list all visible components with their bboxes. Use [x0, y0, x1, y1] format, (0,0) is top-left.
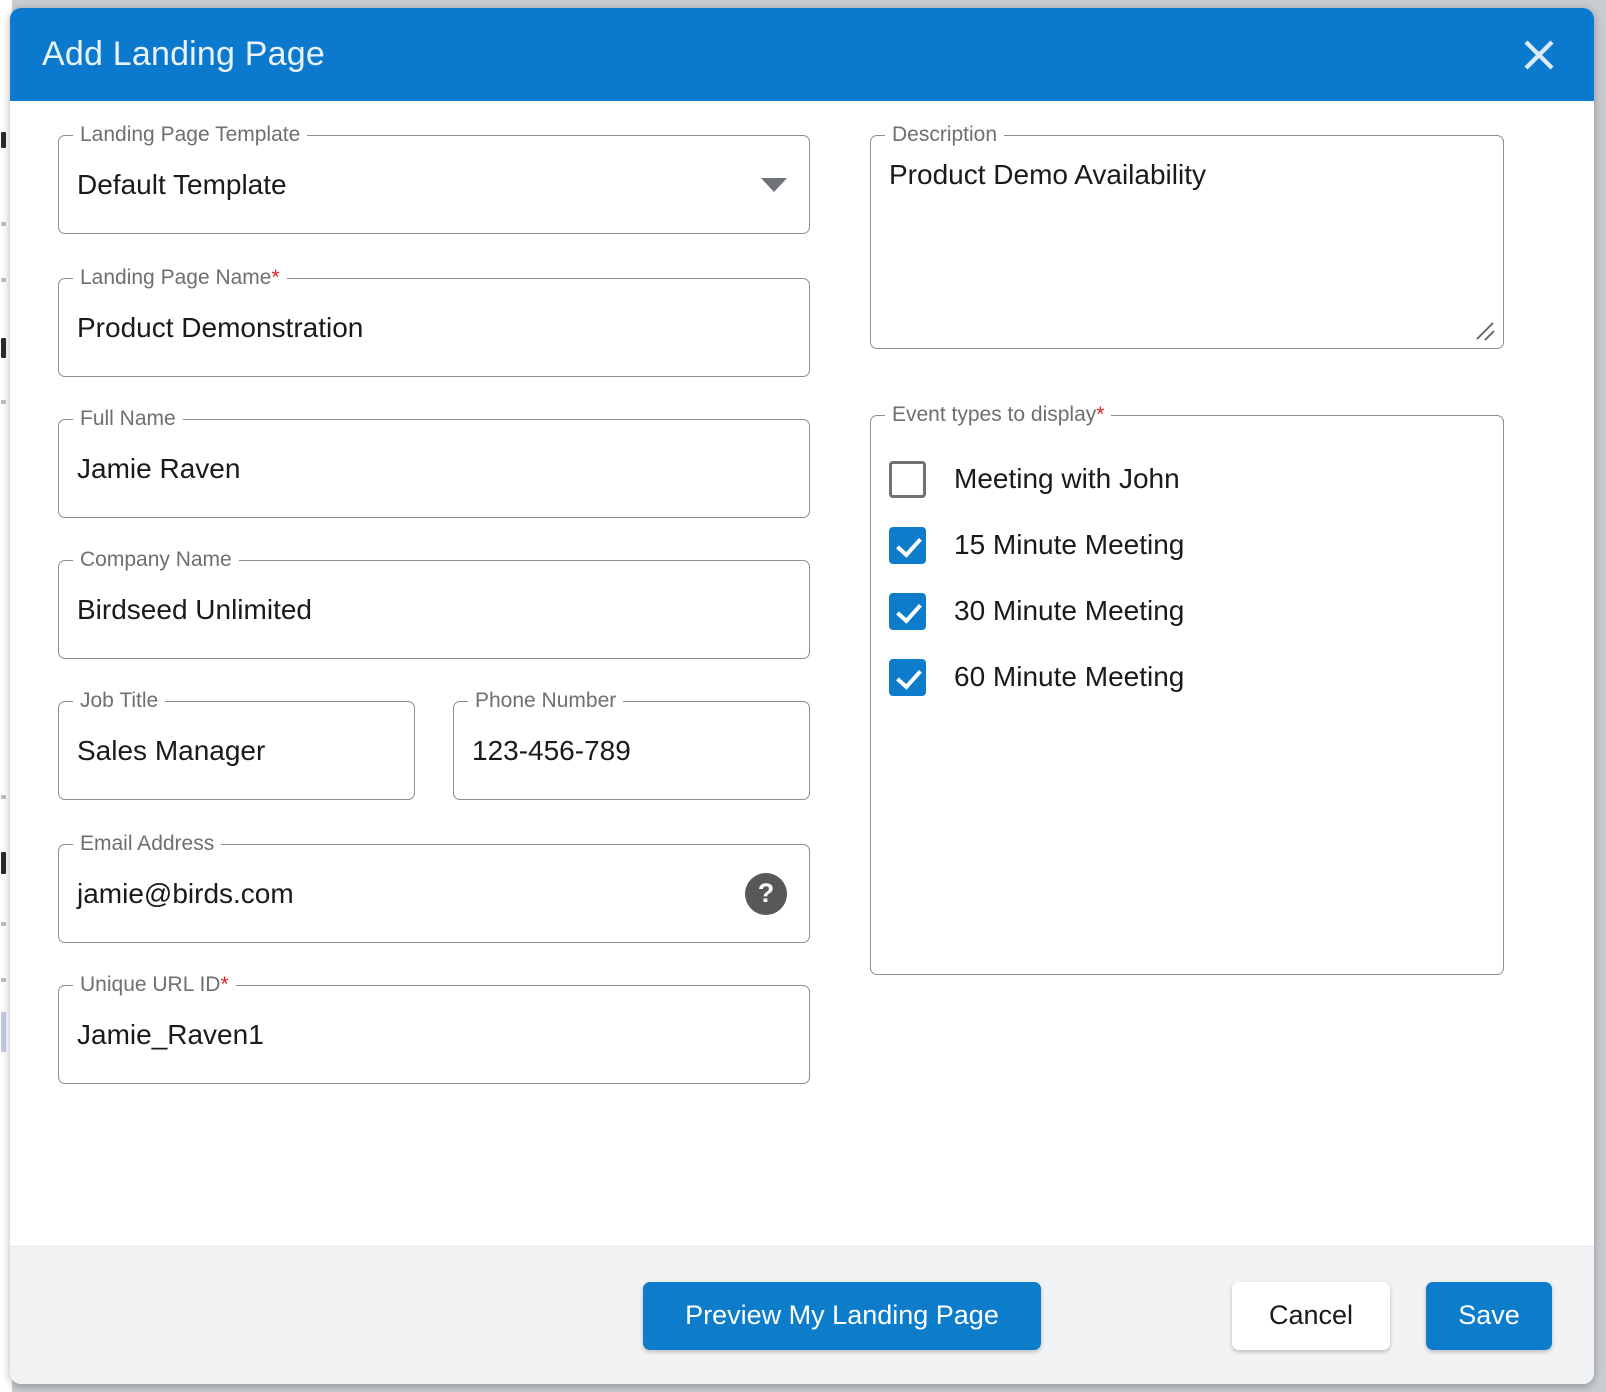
event-type-option[interactable]: Meeting with John	[889, 446, 1485, 512]
close-icon[interactable]	[1512, 28, 1566, 82]
job-title-phone-row: Job Title Sales Manager Phone Number 123…	[58, 690, 810, 844]
unique-url-id-label: Unique URL ID*	[73, 974, 236, 996]
email-address-field[interactable]: Email Address jamie@birds.com ?	[58, 833, 810, 943]
unique-url-id-field[interactable]: Unique URL ID* Jamie_Raven1	[58, 974, 810, 1084]
job-title-value: Sales Manager	[77, 734, 266, 766]
event-type-label: 15 Minute Meeting	[954, 529, 1185, 560]
dialog-title: Add Landing Page	[42, 35, 326, 73]
dialog-footer: Preview My Landing Page Cancel Save	[10, 1246, 1594, 1384]
landing-page-template-select[interactable]: Landing Page Template Default Template	[58, 124, 810, 234]
event-type-option[interactable]: 15 Minute Meeting	[889, 512, 1485, 578]
event-types-label: Event types to display*	[885, 404, 1112, 426]
description-value: Product Demo Availability	[889, 159, 1206, 190]
event-types-group: Event types to display* Meeting with Joh…	[870, 404, 1504, 975]
checkbox-checked-icon[interactable]	[889, 592, 926, 630]
phone-number-label: Phone Number	[468, 690, 624, 712]
resize-grip-icon[interactable]	[1474, 320, 1496, 342]
right-form-column: Description Product Demo Availability Ev…	[870, 124, 1504, 1246]
full-name-value: Jamie Raven	[77, 452, 241, 484]
question-mark-icon[interactable]: ?	[745, 872, 787, 915]
footer-action-group: Cancel Save	[1232, 1281, 1552, 1350]
left-form-column: Landing Page Template Default Template L…	[58, 124, 810, 1246]
checkbox-checked-icon[interactable]	[889, 658, 926, 696]
event-type-label: Meeting with John	[954, 463, 1180, 494]
description-label: Description	[885, 124, 1005, 146]
event-type-option[interactable]: 60 Minute Meeting	[889, 644, 1485, 710]
preview-my-landing-page-button[interactable]: Preview My Landing Page	[643, 1281, 1041, 1350]
cancel-button[interactable]: Cancel	[1232, 1281, 1390, 1350]
unique-url-id-value: Jamie_Raven1	[77, 1018, 264, 1050]
company-name-field[interactable]: Company Name Birdseed Unlimited	[58, 549, 810, 659]
dialog-body: Landing Page Template Default Template L…	[10, 101, 1594, 1246]
save-button[interactable]: Save	[1426, 1281, 1552, 1350]
landing-page-name-label: Landing Page Name*	[73, 267, 287, 289]
job-title-field[interactable]: Job Title Sales Manager	[58, 690, 415, 800]
description-field[interactable]: Description Product Demo Availability	[870, 124, 1504, 349]
event-type-label: 30 Minute Meeting	[954, 595, 1185, 626]
event-type-option[interactable]: 30 Minute Meeting	[889, 578, 1485, 644]
event-type-label: 60 Minute Meeting	[954, 661, 1185, 692]
email-address-value: jamie@birds.com	[77, 877, 294, 909]
company-name-value: Birdseed Unlimited	[77, 593, 312, 625]
checkbox-unchecked-icon[interactable]	[889, 460, 926, 498]
dialog-header: Add Landing Page	[10, 8, 1594, 101]
phone-number-value: 123-456-789	[472, 734, 631, 766]
landing-page-name-field[interactable]: Landing Page Name* Product Demonstration	[58, 267, 810, 377]
company-name-label: Company Name	[73, 549, 239, 571]
checkbox-checked-icon[interactable]	[889, 526, 926, 564]
full-name-label: Full Name	[73, 408, 183, 430]
add-landing-page-dialog: Add Landing Page Landing Page Template D…	[10, 8, 1594, 1384]
job-title-label: Job Title	[73, 690, 166, 712]
full-name-field[interactable]: Full Name Jamie Raven	[58, 408, 810, 518]
landing-page-template-value: Default Template	[77, 168, 287, 200]
chevron-down-icon[interactable]	[761, 177, 787, 192]
email-address-label: Email Address	[73, 833, 222, 855]
phone-number-field[interactable]: Phone Number 123-456-789	[453, 690, 810, 800]
landing-page-template-label: Landing Page Template	[73, 124, 308, 146]
landing-page-name-value: Product Demonstration	[77, 311, 364, 343]
